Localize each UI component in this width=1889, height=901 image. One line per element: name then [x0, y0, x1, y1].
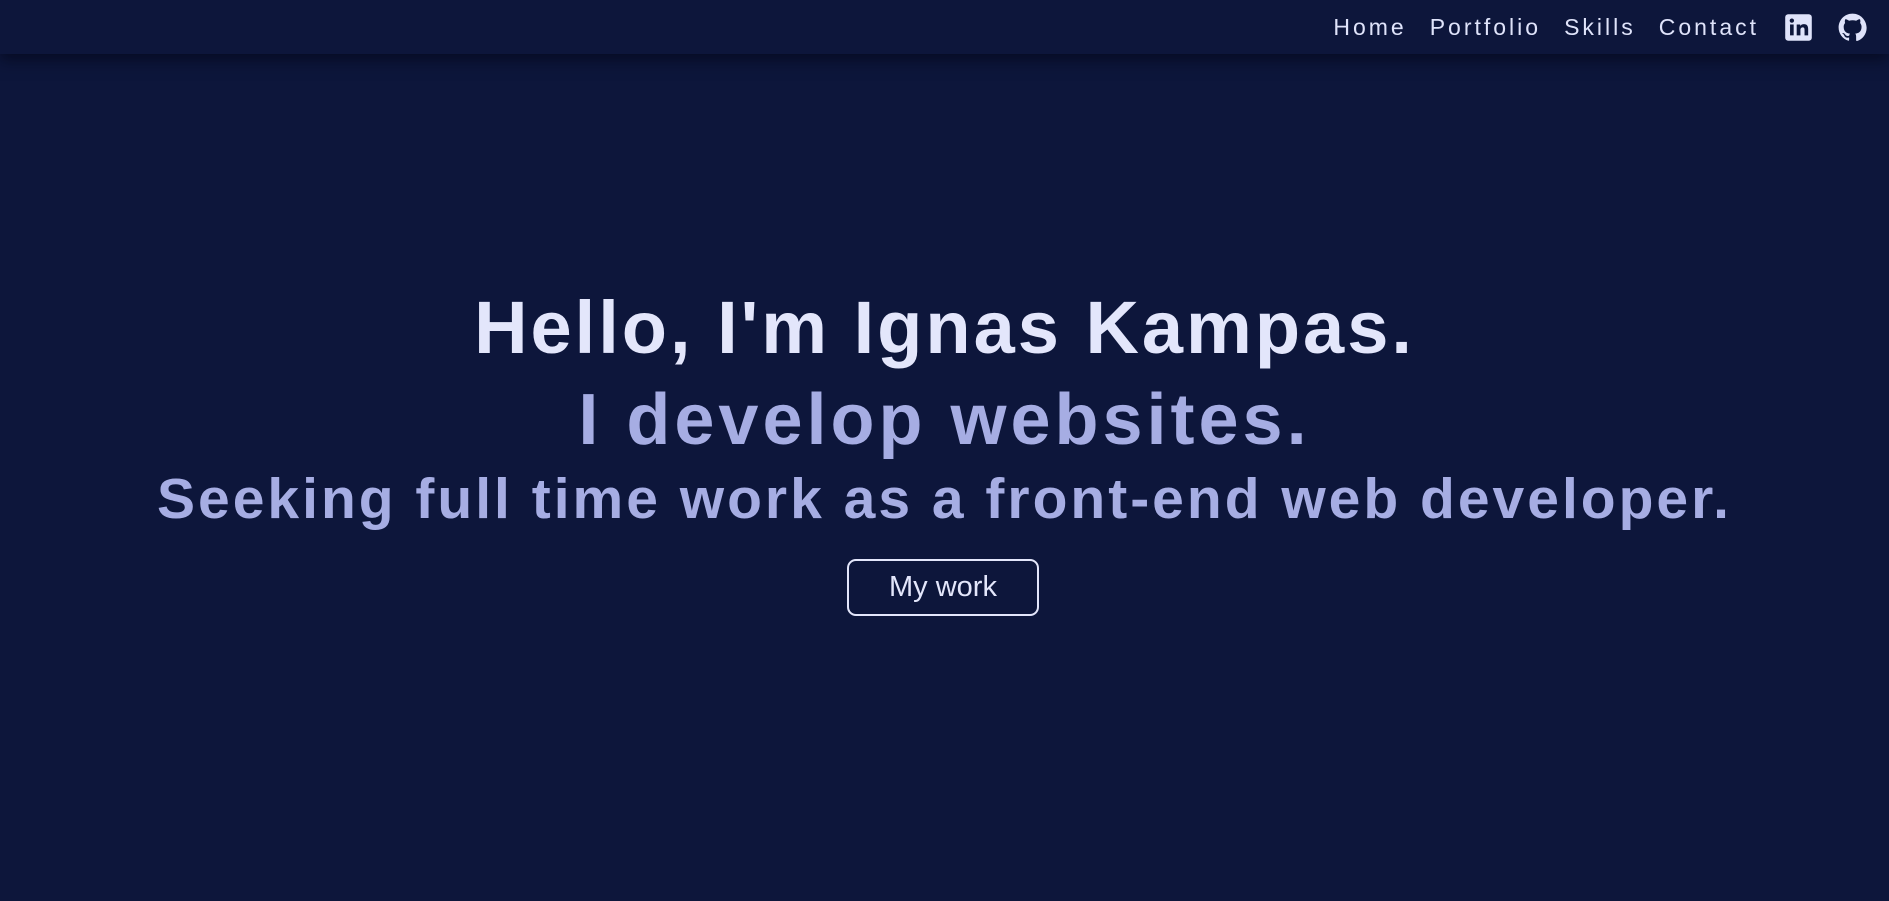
- hero-tagline: Seeking full time work as a front-end we…: [156, 467, 1733, 531]
- nav-links: Home Portfolio Skills Contact: [1310, 0, 1867, 54]
- nav-link-portfolio[interactable]: Portfolio: [1430, 14, 1541, 41]
- nav-link-skills[interactable]: Skills: [1564, 14, 1636, 41]
- hero-section: Hello, I'm Ignas Kampas. I develop websi…: [0, 0, 1889, 901]
- nav-link-contact[interactable]: Contact: [1659, 14, 1759, 41]
- hero-title: Hello, I'm Ignas Kampas.: [474, 286, 1415, 369]
- github-icon[interactable]: [1837, 12, 1867, 42]
- navbar: Home Portfolio Skills Contact: [0, 0, 1889, 54]
- my-work-button[interactable]: My work: [847, 559, 1039, 616]
- nav-link-home[interactable]: Home: [1333, 14, 1406, 41]
- linkedin-icon[interactable]: [1783, 12, 1813, 42]
- hero-subtitle: I develop websites.: [578, 380, 1311, 460]
